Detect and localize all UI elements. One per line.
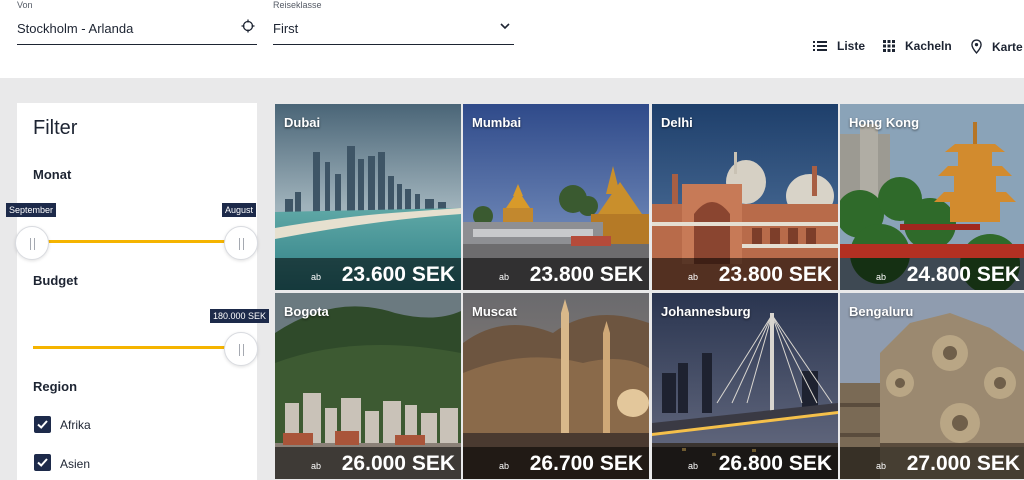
destination-name: Bengaluru — [849, 304, 914, 319]
month-start-tooltip: September — [6, 203, 57, 217]
travel-class-select[interactable]: Reiseklasse First — [273, 0, 514, 45]
budget-max-handle[interactable] — [224, 332, 258, 366]
grip-icon — [239, 238, 244, 250]
travel-class-label: Reiseklasse — [273, 0, 322, 10]
region-afrika-label[interactable]: Afrika — [60, 418, 91, 432]
map-pin-icon — [971, 39, 982, 54]
price-bar: ab 23.600 SEK — [275, 258, 461, 290]
checkmark-icon — [37, 420, 48, 429]
destination-name: Delhi — [661, 115, 693, 130]
price-prefix: ab — [310, 272, 321, 282]
destination-name: Bogota — [284, 304, 329, 319]
price-prefix: ab — [687, 461, 698, 471]
destination-name: Mumbai — [472, 115, 522, 130]
travel-class-value[interactable]: First — [273, 21, 298, 36]
price-bar: ab 26.000 SEK — [275, 447, 461, 479]
price-bar: ab 23.800 SEK — [652, 258, 838, 290]
destination-tile-mumbai[interactable]: Mumbai ab 23.800 SEK — [463, 104, 649, 290]
origin-field[interactable]: Von Stockholm - Arlanda — [17, 0, 257, 45]
price-bar: ab 26.800 SEK — [652, 447, 838, 479]
origin-label: Von — [17, 0, 33, 10]
price-prefix: ab — [875, 272, 886, 282]
region-asien-checkbox[interactable] — [34, 454, 51, 471]
month-section-title: Monat — [33, 167, 72, 182]
destination-tile-bogota[interactable]: Bogota ab 26.000 SEK — [275, 293, 461, 479]
checkmark-icon — [37, 458, 48, 467]
price-value: 23.800 SEK — [718, 263, 832, 286]
month-end-tooltip: August — [222, 203, 257, 217]
destination-tile-johannesburg[interactable]: Johannesburg ab 26.800 SEK — [652, 293, 838, 479]
month-range-track[interactable] — [33, 240, 241, 243]
grip-icon — [239, 344, 244, 356]
destination-name: Hong Kong — [849, 115, 920, 130]
view-tiles-button[interactable]: Kacheln — [883, 39, 952, 53]
chevron-down-icon[interactable] — [498, 19, 512, 33]
destination-tile-delhi[interactable]: Delhi ab 23.800 SEK — [652, 104, 838, 290]
view-list-label: Liste — [837, 39, 866, 53]
price-value: 27.000 SEK — [906, 452, 1020, 475]
price-prefix: ab — [687, 272, 698, 282]
price-prefix: ab — [498, 461, 509, 471]
destination-tile-dubai[interactable]: Dubai ab 23.600 SEK — [275, 104, 461, 290]
view-list-button[interactable]: Liste — [813, 39, 865, 53]
list-icon — [813, 41, 827, 51]
price-prefix: ab — [498, 272, 509, 282]
filter-panel: Filter Monat September August Budget 180… — [6, 103, 270, 480]
view-tiles-label: Kacheln — [905, 39, 952, 53]
price-value: 26.700 SEK — [529, 452, 643, 475]
budget-range-track[interactable] — [33, 346, 241, 349]
destination-name: Dubai — [284, 115, 321, 130]
price-prefix: ab — [875, 461, 886, 471]
region-section-title: Region — [33, 379, 78, 394]
region-asien-label[interactable]: Asien — [60, 457, 90, 471]
view-map-label: Karte — [992, 39, 1023, 54]
budget-section-title: Budget — [33, 273, 78, 288]
region-afrika-checkbox[interactable] — [34, 416, 51, 433]
price-value: 26.800 SEK — [718, 452, 832, 475]
price-prefix: ab — [310, 461, 321, 471]
destination-name: Johannesburg — [661, 304, 751, 319]
locate-icon[interactable] — [241, 19, 255, 33]
month-end-handle[interactable] — [224, 226, 258, 260]
price-value: 23.600 SEK — [341, 263, 455, 286]
price-bar: ab 24.800 SEK — [840, 258, 1024, 290]
budget-max-tooltip: 180.000 SEK — [210, 309, 270, 323]
price-bar: ab 26.700 SEK — [463, 447, 649, 479]
price-value: 23.800 SEK — [529, 263, 643, 286]
search-bar: Von Stockholm - Arlanda Reiseklasse Firs… — [0, 0, 1024, 78]
price-value: 24.800 SEK — [906, 263, 1020, 286]
filter-title: Filter — [33, 117, 78, 139]
price-bar: ab 23.800 SEK — [463, 258, 649, 290]
view-map-button[interactable]: Karte — [971, 39, 1023, 54]
price-bar: ab 27.000 SEK — [840, 447, 1024, 479]
origin-value[interactable]: Stockholm - Arlanda — [17, 21, 133, 36]
destination-tile-muscat[interactable]: Muscat ab 26.700 SEK — [463, 293, 649, 479]
price-value: 26.000 SEK — [341, 452, 455, 475]
destination-tile-hong-kong[interactable]: Hong Kong ab 24.800 SEK — [840, 104, 1024, 290]
grid-icon — [883, 40, 895, 52]
grip-icon — [30, 238, 35, 250]
destination-name: Muscat — [472, 304, 517, 319]
destination-tile-bengaluru[interactable]: Bengaluru ab 27.000 SEK — [840, 293, 1024, 479]
month-start-handle[interactable] — [15, 226, 49, 260]
